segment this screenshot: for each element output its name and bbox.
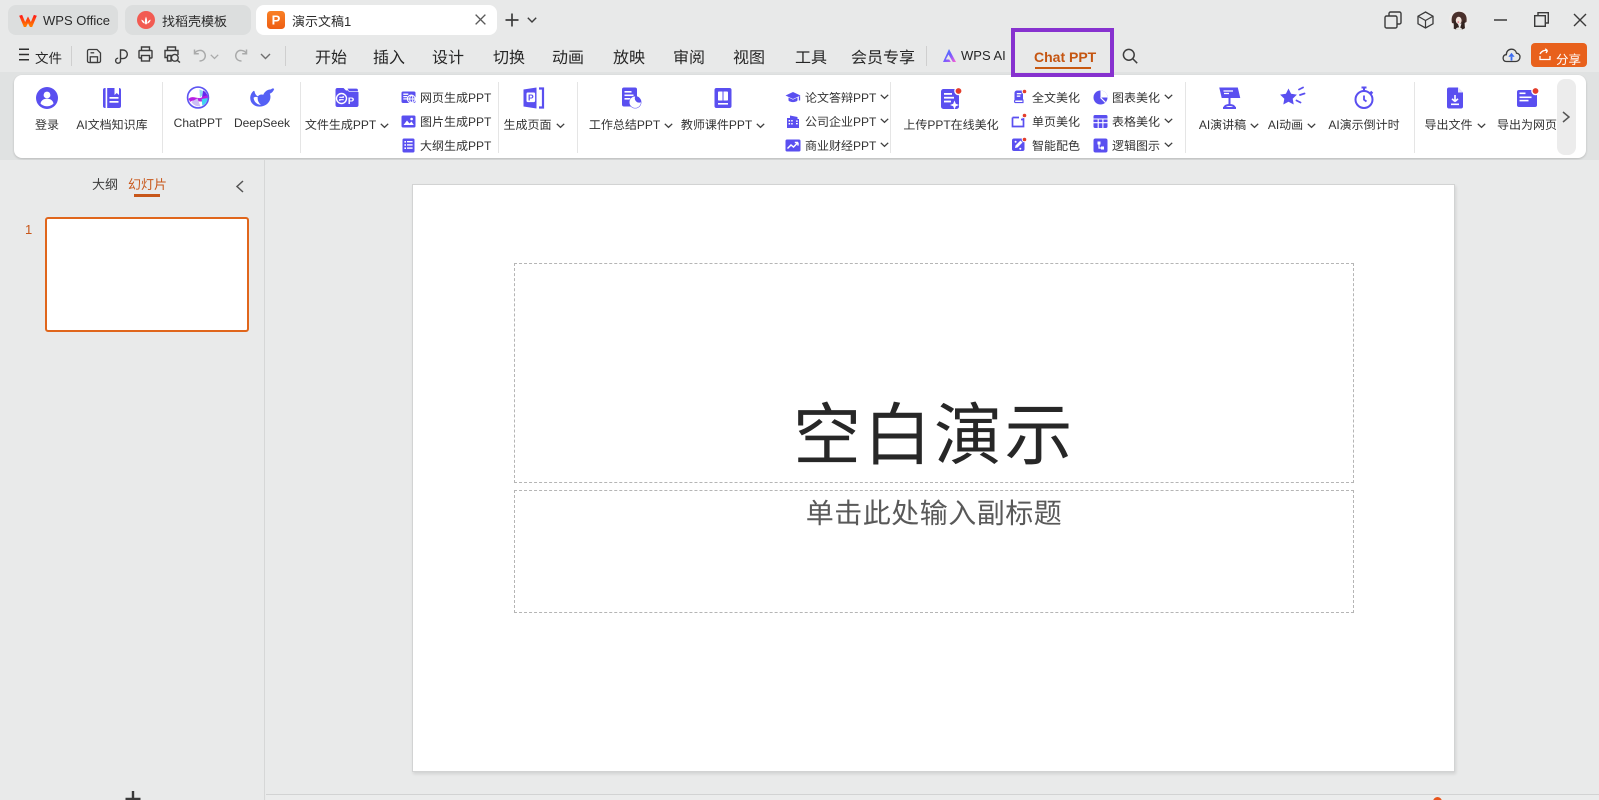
svg-text:P: P	[348, 96, 355, 107]
svg-text:P: P	[272, 13, 281, 28]
svg-text:P: P	[528, 92, 534, 102]
